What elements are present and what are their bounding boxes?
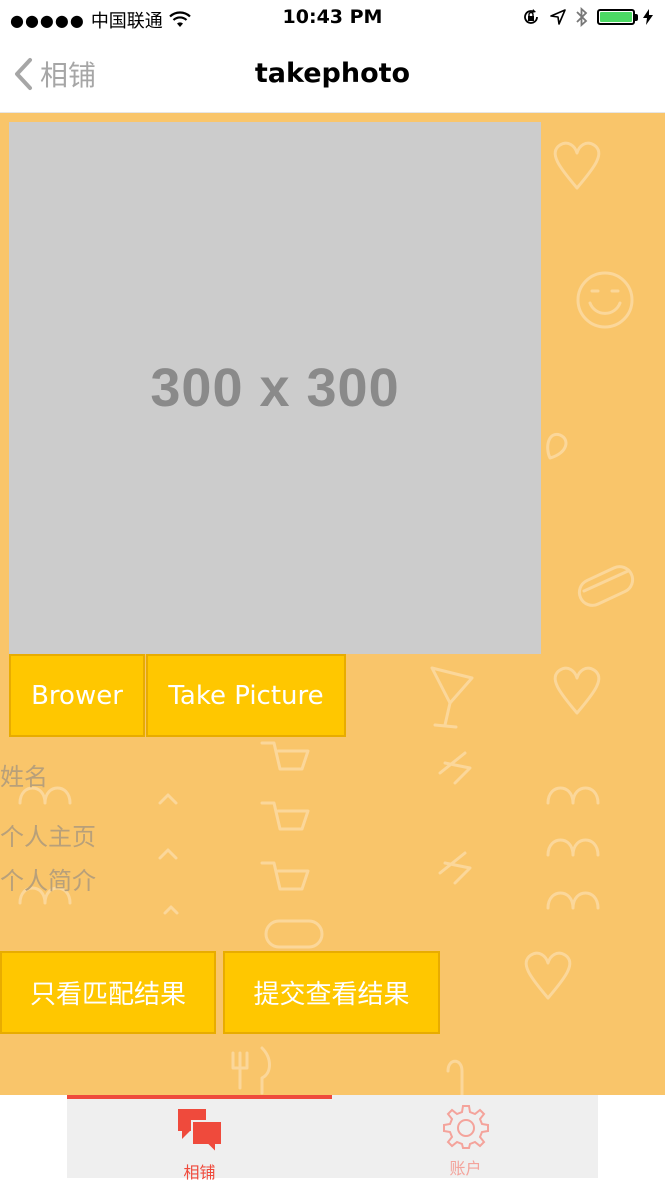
tab-xiangpu-label: 相铺 xyxy=(183,1163,216,1182)
navigation-bar: 相铺 takephoto xyxy=(0,38,665,113)
name-field[interactable]: 姓名 xyxy=(0,757,48,792)
battery-tip xyxy=(635,14,638,21)
battery-icon xyxy=(597,9,638,25)
location-arrow-icon xyxy=(550,9,566,25)
photo-placeholder: 300 x 300 xyxy=(9,122,541,654)
chat-bubbles-icon xyxy=(177,1109,223,1155)
photo-placeholder-text: 300 x 300 xyxy=(150,358,400,418)
browse-button[interactable]: Brower xyxy=(9,654,145,737)
homepage-field[interactable]: 个人主页 xyxy=(0,817,96,852)
bluetooth-icon xyxy=(576,7,588,27)
content-area: 300 x 300 Brower Take Picture 姓名 个人主页 个人… xyxy=(0,113,665,1095)
tab-account-label: 账户 xyxy=(449,1159,482,1178)
gear-icon xyxy=(442,1105,489,1149)
status-right xyxy=(521,7,653,27)
page-title: takephoto xyxy=(254,58,411,89)
battery-level xyxy=(600,12,632,22)
status-bar: ●●●●● 中国联通 10:43 PM xyxy=(0,0,665,38)
tab-bar-inner: 相铺 账户 xyxy=(67,1095,598,1182)
bio-field[interactable]: 个人简介 xyxy=(0,861,96,896)
match-only-button[interactable]: 只看匹配结果 xyxy=(0,951,216,1034)
take-picture-button[interactable]: Take Picture xyxy=(146,654,346,737)
charging-icon xyxy=(643,9,653,25)
submit-view-button[interactable]: 提交查看结果 xyxy=(223,951,440,1034)
tab-bar: 相铺 账户 xyxy=(0,1095,665,1182)
tab-account[interactable]: 账户 xyxy=(333,1095,598,1178)
tab-xiangpu[interactable]: 相铺 xyxy=(67,1095,332,1182)
rotation-lock-icon xyxy=(524,9,538,24)
